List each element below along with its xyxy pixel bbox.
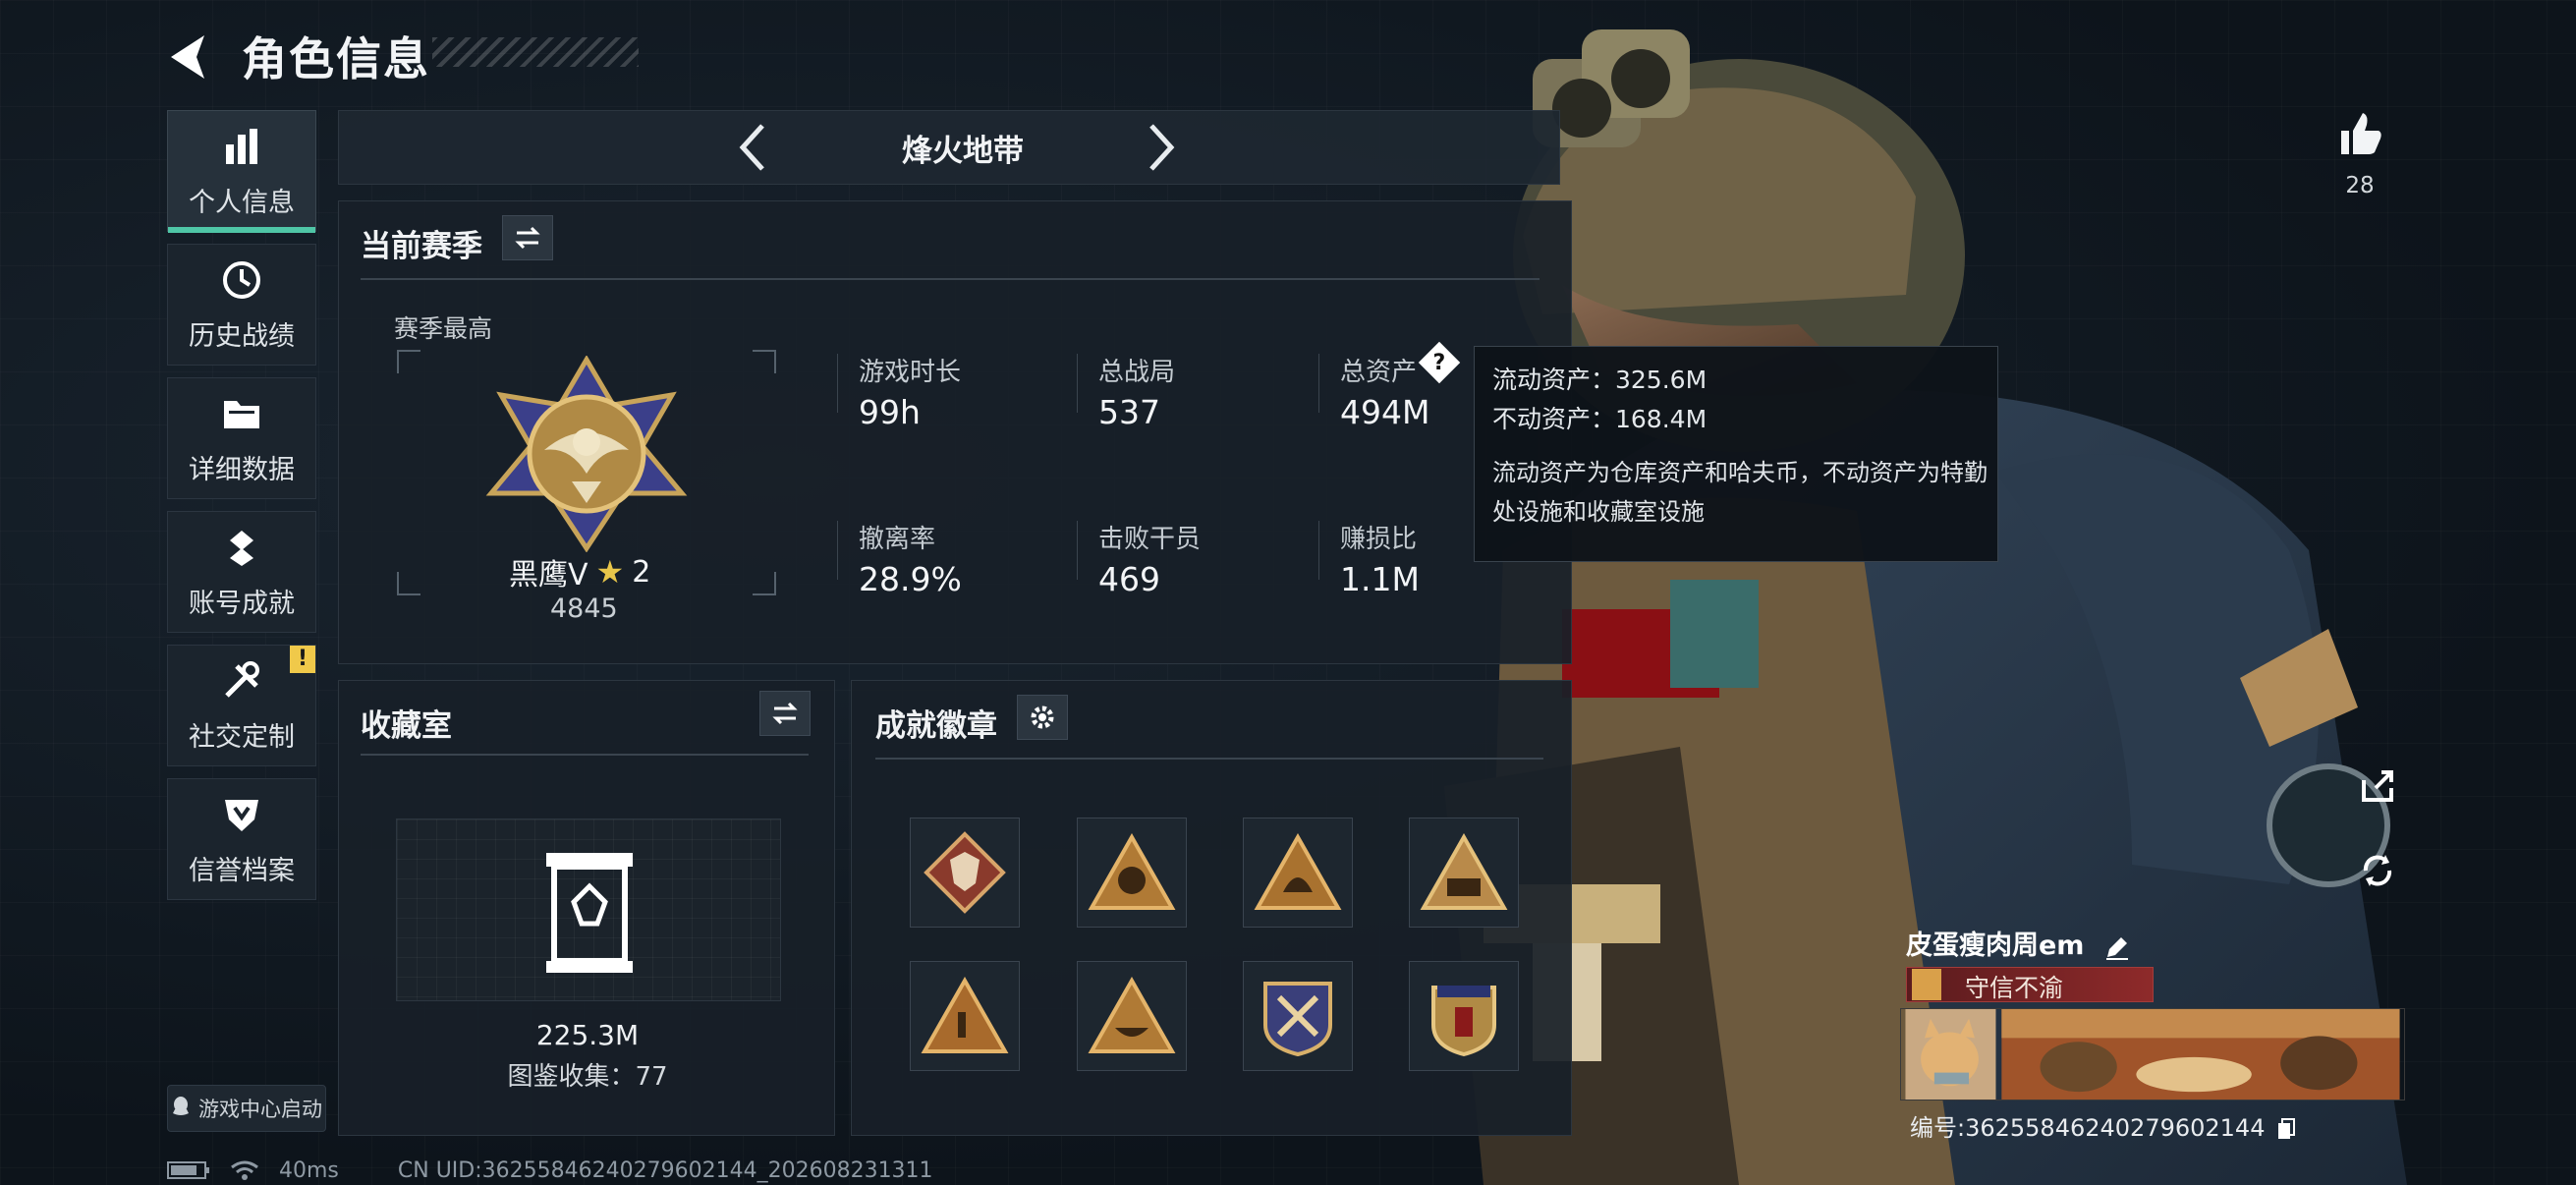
stars-shield-badge-icon[interactable]	[1409, 961, 1519, 1071]
badges-title: 成就徽章	[875, 708, 997, 744]
stat-label-total-assets: 总资产	[1340, 358, 1418, 387]
panel-divider	[875, 758, 1543, 760]
back-arrow-icon[interactable]	[165, 29, 220, 85]
rank-name: 黑鹰V	[509, 558, 588, 592]
chevron-right-icon[interactable]	[1140, 120, 1183, 175]
crest-badge-icon[interactable]	[1243, 818, 1353, 928]
collection-count: 图鉴收集：77	[507, 1062, 668, 1092]
nav-label: 个人信息	[189, 187, 295, 218]
title-decoration	[432, 37, 639, 67]
nav-label: 信誉档案	[189, 855, 295, 886]
collection-preview[interactable]	[396, 818, 781, 1001]
bar-chart-icon	[219, 124, 264, 169]
badge-settings-button[interactable]	[1017, 695, 1068, 740]
footer-uid: CN UID:36255846240279602144_202608231311	[397, 1157, 933, 1183]
collection-title: 收藏室	[361, 708, 452, 744]
display-case-icon	[546, 853, 633, 973]
copy-icon[interactable]	[2276, 1117, 2296, 1141]
player-card-banner[interactable]	[1900, 1008, 2405, 1100]
stat-value-total-assets: 494M	[1340, 393, 1430, 431]
shield-credit-icon	[219, 792, 264, 837]
collection-value: 225.3M	[535, 1019, 640, 1051]
rider-badge-icon[interactable]	[1077, 818, 1187, 928]
share-button[interactable]	[2350, 759, 2405, 814]
season-switch-button[interactable]	[502, 215, 553, 260]
nav-achievements[interactable]: 账号成就	[167, 511, 316, 633]
stat-label-profit-ratio: 赚损比	[1340, 525, 1418, 554]
thumbs-up-icon	[2341, 113, 2381, 154]
panel-divider	[361, 278, 1540, 280]
gear-icon	[1031, 705, 1054, 729]
stat-label-kills: 击败干员	[1098, 525, 1202, 554]
like-count: 28	[2345, 173, 2375, 198]
nav-label: 历史战绩	[189, 320, 295, 352]
black-hawk-rank-emblem	[485, 356, 688, 552]
stat-value-profit-ratio: 1.1M	[1340, 560, 1420, 598]
refresh-button[interactable]	[2350, 843, 2405, 898]
player-uid: 编号:36255846240279602144	[1910, 1108, 2296, 1143]
nav-social-custom[interactable]: 社交定制 !	[167, 645, 316, 766]
season-best-label: 赛季最高	[394, 314, 493, 343]
like-button[interactable]	[2332, 106, 2387, 161]
honor-scale-icon	[1912, 969, 1941, 1000]
refresh-icon	[2363, 855, 2392, 886]
ping: 40ms	[279, 1157, 339, 1183]
share-icon	[2362, 770, 2393, 802]
honor-title: 守信不渝	[1965, 974, 2064, 1002]
stat-value-matches: 537	[1098, 393, 1160, 431]
fixed-assets: 不动资产：168.4M	[1492, 405, 1708, 433]
panel-divider	[361, 754, 809, 756]
achievement-medal-icon	[219, 525, 264, 570]
wifi-icon	[231, 1160, 258, 1180]
tools-icon	[219, 658, 264, 704]
nav-personal-info[interactable]: 个人信息	[167, 110, 316, 233]
clock-history-icon	[219, 257, 264, 303]
swap-icon	[515, 226, 540, 250]
chevron-left-icon[interactable]	[731, 120, 774, 175]
page-title: 角色信息	[242, 32, 430, 85]
nav-detailed-data[interactable]: 详细数据	[167, 377, 316, 499]
collection-room-panel: 收藏室 225.3M 图鉴收集：77	[338, 680, 835, 1136]
stat-label-playtime: 游戏时长	[859, 358, 962, 387]
assets-description: 流动资产为仓库资产和哈夫币，不动资产为特勤处设施和收藏室设施	[1492, 459, 1988, 526]
collection-switch-button[interactable]	[759, 691, 811, 736]
squad-badge-icon[interactable]	[1409, 818, 1519, 928]
stat-value-extraction-rate: 28.9%	[859, 560, 962, 598]
hand-sign-badge-icon[interactable]	[910, 961, 1020, 1071]
rank-stars: 2	[632, 554, 651, 590]
stat-value-kills: 469	[1098, 560, 1160, 598]
stat-label-matches: 总战局	[1098, 358, 1176, 387]
alert-badge: !	[290, 646, 315, 673]
stat-label-extraction-rate: 撤离率	[859, 525, 936, 554]
crossed-arrows-badge-icon[interactable]	[1243, 961, 1353, 1071]
nav-history[interactable]: 历史战绩	[167, 244, 316, 366]
wolf-badge-icon[interactable]	[910, 818, 1020, 928]
game-center-label: 游戏中心启动	[198, 1098, 322, 1121]
nav-credit-archive[interactable]: 信誉档案	[167, 778, 316, 900]
mode-label: 烽火地带	[902, 134, 1024, 169]
status-bar: 40ms CN UID:36255846240279602144_2026082…	[167, 1156, 933, 1185]
rank-star-icon: ★	[595, 553, 625, 591]
assets-tooltip: 流动资产：325.6M 不动资产：168.4M 流动资产为仓库资产和哈夫币，不动…	[1474, 346, 1998, 562]
nav-label: 详细数据	[189, 454, 295, 485]
liquid-assets: 流动资产：325.6M	[1492, 366, 1708, 394]
folder-icon	[219, 391, 264, 436]
rank-name-row: 黑鹰V ★ 2	[509, 550, 650, 593]
swap-icon	[772, 702, 798, 725]
qq-icon	[171, 1096, 191, 1122]
edit-pencil-icon[interactable]	[2103, 933, 2131, 961]
stat-value-playtime: 99h	[859, 393, 921, 431]
battery-icon	[167, 1161, 209, 1179]
nav-label: 账号成就	[189, 588, 295, 619]
season-panel-title: 当前赛季	[361, 229, 482, 264]
bowl-badge-icon[interactable]	[1077, 961, 1187, 1071]
game-center-button[interactable]: 游戏中心启动	[167, 1085, 326, 1132]
nav-label: 社交定制	[189, 721, 295, 753]
rank-points: 4845	[550, 593, 618, 624]
player-name: 皮蛋瘦肉周em	[1906, 924, 2131, 962]
